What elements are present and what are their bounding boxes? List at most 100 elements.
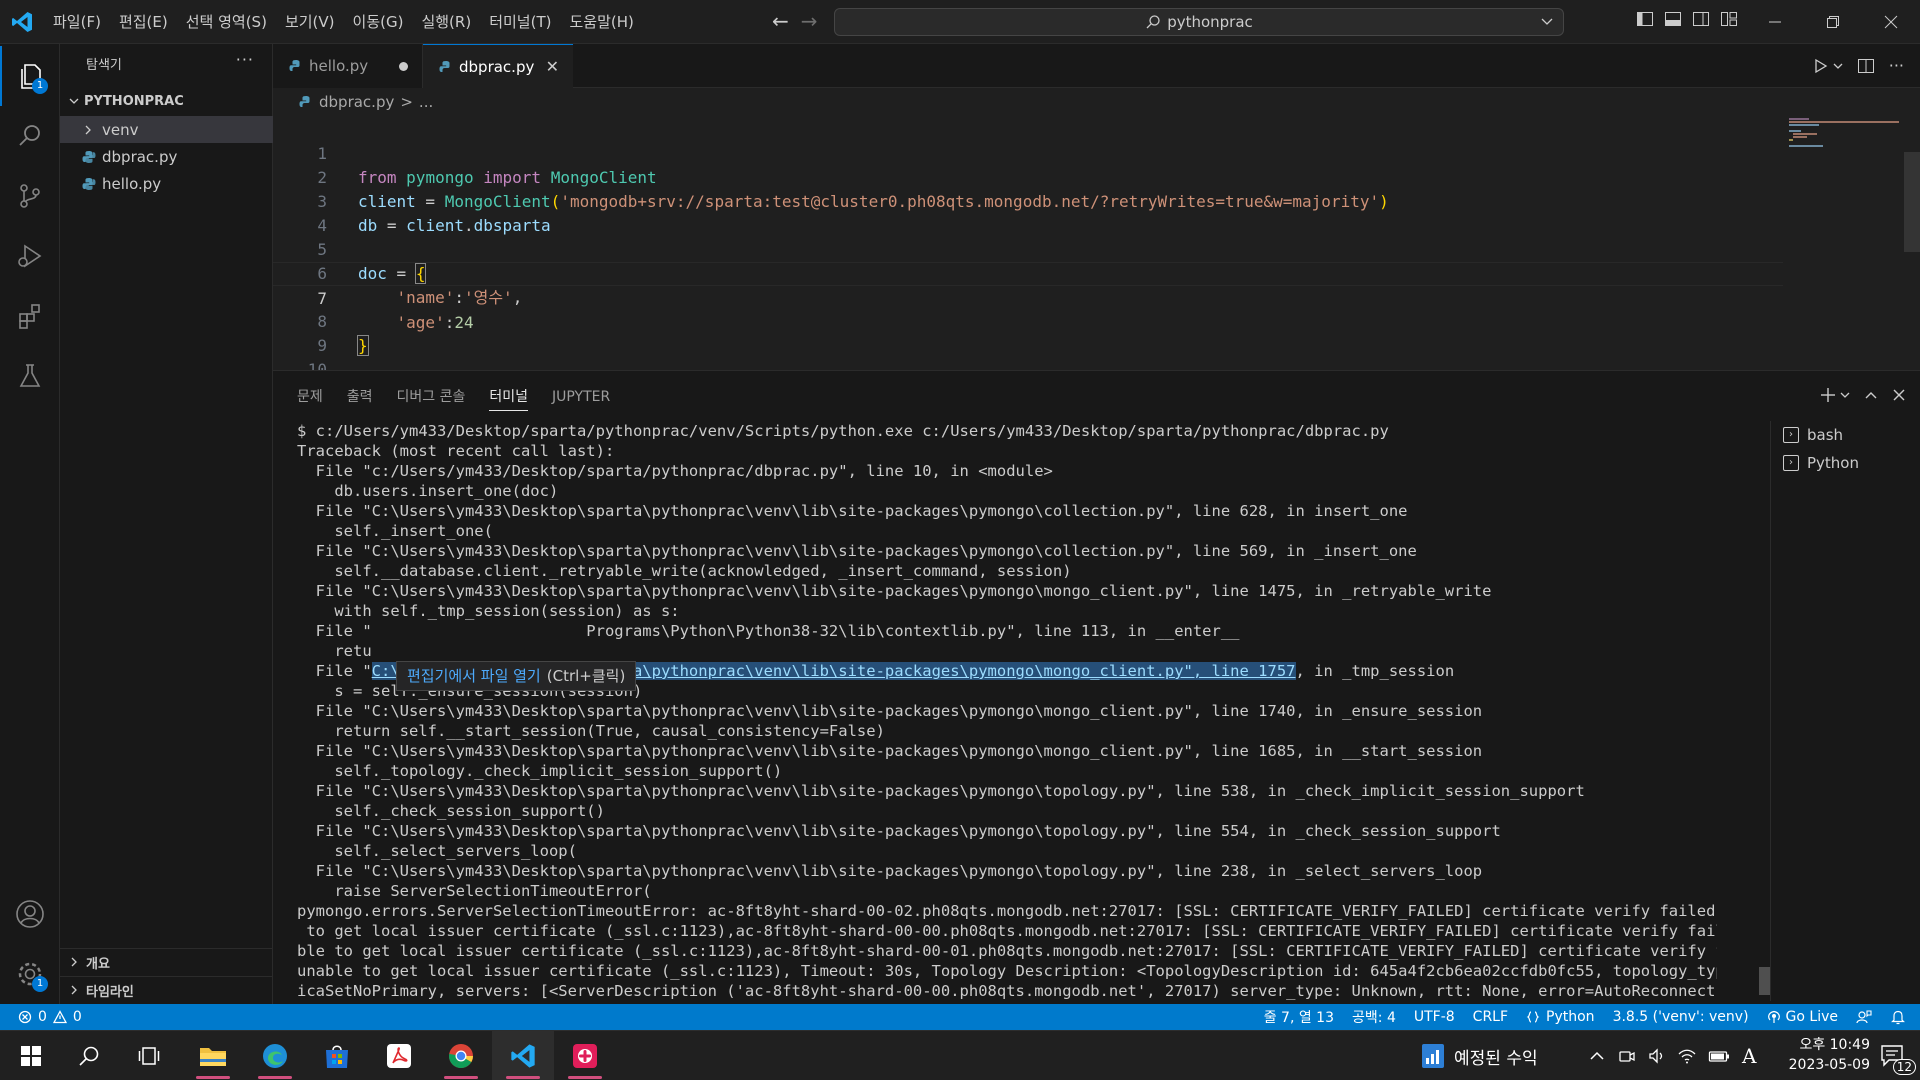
taskbar-file-explorer[interactable] xyxy=(182,1031,244,1080)
menu-selection[interactable]: 선택 영역(S) xyxy=(177,0,276,44)
running-indicator xyxy=(258,1076,292,1079)
menu-terminal[interactable]: 터미널(T) xyxy=(480,0,560,44)
restore-button[interactable] xyxy=(1804,0,1862,44)
toggle-primary-sidebar-icon[interactable] xyxy=(1636,10,1654,28)
terminal-icon: › xyxy=(1783,455,1799,471)
search-icon xyxy=(19,125,40,146)
chevron-down-icon[interactable] xyxy=(1840,390,1850,400)
menu-run[interactable]: 실행(R) xyxy=(412,0,480,44)
notification-center-button[interactable]: 12 xyxy=(1866,1031,1920,1080)
battery-icon[interactable] xyxy=(1708,1047,1730,1065)
language-mode[interactable]: Python xyxy=(1526,1009,1595,1025)
terminal-output[interactable]: $ c:/Users/ym433/Desktop/sparta/pythonpr… xyxy=(297,421,1717,1001)
tab-output[interactable]: 출력 xyxy=(347,371,373,423)
editor-scrollbar[interactable] xyxy=(1904,152,1920,252)
menu-file[interactable]: 파일(F) xyxy=(44,0,110,44)
taskbar-acrobat[interactable] xyxy=(368,1031,430,1080)
forward-arrow-icon[interactable]: → xyxy=(801,10,818,32)
activity-testing[interactable] xyxy=(0,346,60,406)
maximize-panel-icon[interactable] xyxy=(1864,388,1878,402)
terminal-item-python[interactable]: › Python xyxy=(1771,449,1920,477)
open-file-in-editor-link[interactable]: 편집기에서 파일 열기 xyxy=(407,666,541,686)
new-terminal-icon[interactable] xyxy=(1820,387,1836,403)
problems-status[interactable]: 0 0 xyxy=(18,1004,82,1030)
taskbar-widget[interactable]: 예정된 수익 xyxy=(1420,1031,1538,1080)
command-center-search[interactable]: pythonprac xyxy=(834,8,1564,36)
run-python-file-icon[interactable] xyxy=(1813,58,1829,74)
toggle-secondary-sidebar-icon[interactable] xyxy=(1692,10,1710,28)
workspace-folder-header[interactable]: PYTHONPRAC xyxy=(60,90,273,112)
menu-view[interactable]: 보기(V) xyxy=(276,0,344,44)
chevron-down-icon[interactable] xyxy=(1539,13,1555,29)
tab-debug-console[interactable]: 디버그 콘솔 xyxy=(397,371,466,423)
tab-dbprac-py[interactable]: dbprac.py ✕ xyxy=(423,44,573,88)
terminal-line: self.__database.client._retryable_write(… xyxy=(297,562,1072,580)
tab-hello-py[interactable]: hello.py xyxy=(273,44,423,88)
taskbar-slack[interactable] xyxy=(554,1031,616,1080)
terminal-line: File "C:\Users\ym433\Desktop\sparta\pyth… xyxy=(297,742,1483,760)
taskbar-vscode[interactable] xyxy=(492,1031,554,1080)
speaker-icon[interactable] xyxy=(1648,1047,1666,1065)
taskbar-chrome[interactable] xyxy=(430,1031,492,1080)
menu-help[interactable]: 도움말(H) xyxy=(560,0,642,44)
close-icon[interactable] xyxy=(1892,388,1906,402)
tab-terminal[interactable]: 터미널 xyxy=(489,371,528,423)
minimize-button[interactable] xyxy=(1746,0,1804,44)
feedback-icon[interactable] xyxy=(1856,1009,1872,1025)
customize-layout-icon[interactable] xyxy=(1720,10,1738,28)
close-button[interactable] xyxy=(1862,0,1920,44)
start-button[interactable] xyxy=(0,1031,62,1080)
vscode-logo-icon[interactable] xyxy=(10,10,34,34)
task-view-button[interactable] xyxy=(118,1031,180,1080)
code-editor[interactable]: 1 from pymongo import MongoClient 2 clie… xyxy=(273,116,1920,403)
chevron-right-icon xyxy=(71,985,77,995)
end-of-line[interactable]: CRLF xyxy=(1473,1009,1508,1025)
split-editor-icon[interactable] xyxy=(1857,57,1875,75)
windows-logo-icon xyxy=(21,1046,41,1066)
menu-edit[interactable]: 편집(E) xyxy=(110,0,177,44)
go-live-button[interactable]: Go Live xyxy=(1767,1009,1838,1025)
indentation[interactable]: 공백: 4 xyxy=(1352,1007,1396,1027)
activity-settings[interactable]: 1 xyxy=(0,944,60,1004)
breadcrumb-symbols[interactable]: ... xyxy=(419,93,433,111)
menu-go[interactable]: 이동(G) xyxy=(344,0,413,44)
outline-section-header[interactable]: 개요 xyxy=(60,948,273,975)
more-actions-icon[interactable]: ··· xyxy=(1889,56,1904,75)
activity-accounts[interactable] xyxy=(0,884,60,944)
tab-jupyter[interactable]: JUPYTER xyxy=(552,371,610,423)
close-icon[interactable]: ✕ xyxy=(546,57,559,76)
tree-item-venv[interactable]: venv xyxy=(60,116,273,143)
tree-item-dbprac[interactable]: dbprac.py xyxy=(60,143,273,170)
meet-now-icon[interactable] xyxy=(1618,1047,1636,1065)
python-file-icon xyxy=(82,150,96,163)
tree-item-hello[interactable]: hello.py xyxy=(60,170,273,197)
toggle-panel-icon[interactable] xyxy=(1664,10,1682,28)
activity-search[interactable] xyxy=(0,106,60,166)
wifi-icon[interactable] xyxy=(1678,1047,1696,1065)
timeline-section-header[interactable]: 타임라인 xyxy=(60,976,273,1003)
taskbar-edge[interactable] xyxy=(244,1031,306,1080)
taskbar-store[interactable] xyxy=(306,1031,368,1080)
breadcrumb-file[interactable]: dbprac.py xyxy=(319,93,394,111)
chevron-up-icon[interactable] xyxy=(1588,1047,1606,1065)
activity-extensions[interactable] xyxy=(0,286,60,346)
back-arrow-icon[interactable]: ← xyxy=(772,10,789,32)
input-method-indicator[interactable]: A xyxy=(1742,1044,1756,1068)
minimap[interactable] xyxy=(1787,116,1907,156)
unsaved-dot-icon[interactable] xyxy=(399,62,408,71)
bell-icon[interactable] xyxy=(1890,1009,1906,1025)
restore-icon xyxy=(1827,16,1839,28)
activity-explorer[interactable]: 1 xyxy=(0,46,60,106)
taskbar-clock[interactable]: 오후 10:49 2023-05-09 xyxy=(1760,1035,1870,1075)
tab-problems[interactable]: 문제 xyxy=(297,371,323,423)
taskbar-search-button[interactable] xyxy=(58,1031,120,1080)
chevron-down-icon[interactable] xyxy=(1833,61,1843,71)
cursor-position[interactable]: 줄 7, 열 13 xyxy=(1264,1007,1334,1027)
activity-source-control[interactable] xyxy=(0,166,60,226)
running-indicator xyxy=(444,1076,478,1079)
terminal-item-bash[interactable]: › bash xyxy=(1771,421,1920,449)
encoding[interactable]: UTF-8 xyxy=(1414,1009,1455,1025)
more-actions-icon[interactable]: ··· xyxy=(236,50,254,69)
python-interpreter[interactable]: 3.8.5 ('venv': venv) xyxy=(1613,1009,1749,1025)
activity-run-debug[interactable] xyxy=(0,226,60,286)
